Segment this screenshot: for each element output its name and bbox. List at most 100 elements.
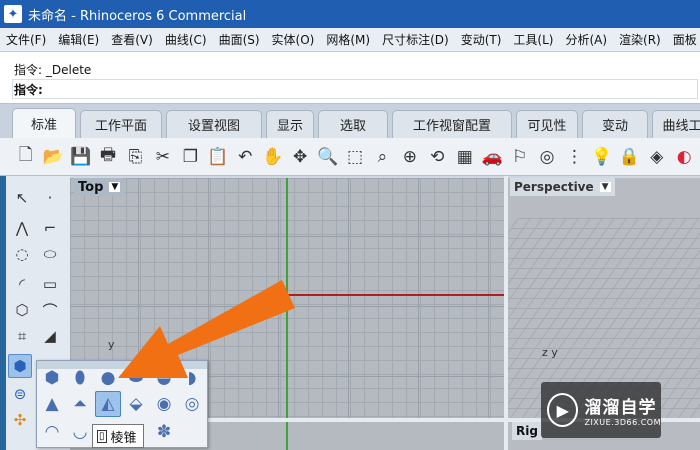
car-icon[interactable]: 🚗 [480,144,503,170]
surface-edit-icon[interactable]: ⌗ [10,324,34,348]
cone-icon[interactable]: ▲ [39,391,65,417]
circle-icon[interactable]: ◌ [10,242,34,266]
rhino-logo-icon: ✦ [4,5,22,23]
polygon-icon[interactable]: ⬡ [10,298,34,322]
color-wheel-icon[interactable]: ◐ [673,144,696,170]
command-input[interactable] [12,79,698,99]
tab-item[interactable]: 显示 [266,110,314,138]
tooltip-text: 棱锥 [110,430,137,446]
layers-icon[interactable]: ◈ [645,144,668,170]
perspective-axis-indicator: z y [542,346,558,359]
menu-item[interactable]: 尺寸标注(D) [376,31,455,48]
light-bulb-icon[interactable]: 💡 [590,144,613,170]
watermark-name: 溜溜自学 [584,398,657,418]
right-viewport-label[interactable]: Rig [512,422,542,440]
solid-box-icon[interactable]: ⬢ [8,354,32,378]
menu-item[interactable]: 编辑(E) [52,31,105,48]
pipe-icon[interactable]: ◠ [39,419,65,445]
command-prompt: 指令: [14,83,43,97]
tab-item[interactable]: 选取 [318,110,388,138]
top-viewport-label[interactable]: Top ▼ [74,178,125,196]
select-points-icon[interactable]: ⋮ [563,144,586,170]
cone-cut-icon[interactable]: ◗ [179,365,205,391]
tab-item[interactable]: 工作视窗配置 [392,110,512,138]
fillet-curve-icon[interactable]: ⌒ [38,298,62,322]
rectangle-icon[interactable]: ▭ [38,272,62,296]
x-axis-line [288,294,504,296]
menu-item[interactable]: 查看(V) [105,31,159,48]
viewport-divider[interactable] [504,176,508,450]
cylinder-icon[interactable]: ⬮ [67,365,93,391]
tab-item[interactable]: 变动 [582,110,648,138]
viewport-menu-arrow-icon[interactable]: ▼ [109,182,121,192]
tab-item[interactable]: 曲线工 [652,110,700,138]
zoom-window-icon[interactable]: ⬚ [343,144,366,170]
arc-icon[interactable]: ◜ [10,272,34,296]
menu-item[interactable]: 渲染(R) [613,31,667,48]
perspective-viewport-label[interactable]: Perspective ▼ [510,178,615,196]
menu-item[interactable]: 变动(T) [455,31,508,48]
side-toolbar-edge [0,176,6,450]
tab-item[interactable]: 可见性 [516,110,578,138]
tab-standard[interactable]: 标准 [12,108,76,138]
menu-item[interactable]: 面板 [667,31,700,48]
copy-icon[interactable]: ❐ [179,144,202,170]
truncated-pyramid-icon[interactable]: ⬙ [123,391,149,417]
new-file-icon[interactable]: 🗋 [14,144,37,170]
lock-icon[interactable]: 🔒 [618,144,641,170]
menu-item[interactable]: 工具(L) [507,31,559,48]
cplane-icon[interactable]: ⚐ [508,144,531,170]
zoom-extents-icon[interactable]: ⌕ [371,144,394,170]
mesh-icon[interactable]: ⊜ [8,382,32,406]
zoom-selected-icon[interactable]: ⊕ [398,144,421,170]
menu-item[interactable]: 实体(O) [266,31,321,48]
tooltip-mouse-icon: ▯ [97,429,107,443]
transform-icon[interactable]: ✣ [8,408,32,432]
pan-hand-icon[interactable]: ✋ [261,144,284,170]
toolbar-tabs: 标准 工作平面 设置视图 显示 选取 工作视窗配置 可见性 变动 曲线工 [0,104,700,138]
surface-icon[interactable]: ◢ [38,324,62,348]
undo-icon[interactable]: ↶ [234,144,257,170]
menu-item[interactable]: 网格(M) [320,31,376,48]
ellipse-icon[interactable]: ⬭ [38,242,62,266]
select-arrow-icon[interactable]: ↖ [10,186,34,210]
title-bar: ✦ 未命名 - Rhinoceros 6 Commercial [0,0,700,28]
y-axis-line [286,178,288,418]
export-icon[interactable]: ⎘ [124,144,147,170]
menu-item[interactable]: 分析(A) [559,31,613,48]
window-title: 未命名 - Rhinoceros 6 Commercial [28,8,247,24]
paraboloid-icon[interactable]: ◒ [151,365,177,391]
open-folder-icon[interactable]: 📂 [41,144,64,170]
curve-icon[interactable]: ⌐ [38,216,62,240]
torus-icon[interactable]: ◎ [179,391,205,417]
tube-icon[interactable]: ◉ [151,391,177,417]
truncated-cone-icon[interactable]: ⏶ [67,391,93,417]
point-icon[interactable]: · [38,186,62,210]
viewport-layout-icon[interactable]: ▦ [453,144,476,170]
menu-item[interactable]: 曲面(S) [213,31,266,48]
undo-view-icon[interactable]: ⟲ [426,144,449,170]
osnap-icon[interactable]: ◎ [535,144,558,170]
ellipsoid-icon[interactable]: ⬬ [123,365,149,391]
standard-toolbar: 🗋 📂 💾 🖶 ⎘ ✂ ❐ 📋 ↶ ✋ ✥ 🔍 ⬚ ⌕ ⊕ ⟲ ▦ 🚗 ⚐ ◎ … [0,138,700,176]
menu-item[interactable]: 文件(F) [0,31,52,48]
solid-edit-icon[interactable]: ✽ [151,419,177,445]
watermark: ▶ 溜溜自学 ZIXUE.3D66.COM [541,382,661,438]
command-history: 指令: _Delete [14,63,92,77]
tooltip: ▯ 棱锥 [92,424,144,448]
save-icon[interactable]: 💾 [69,144,92,170]
zoom-icon[interactable]: 🔍 [316,144,339,170]
rotate-view-icon[interactable]: ✥ [288,144,311,170]
tab-item[interactable]: 设置视图 [166,110,262,138]
cut-icon[interactable]: ✂ [151,144,174,170]
rounded-pipe-icon[interactable]: ◡ [67,419,93,445]
menu-item[interactable]: 曲线(C) [159,31,213,48]
tab-item[interactable]: 工作平面 [80,110,162,138]
paste-icon[interactable]: 📋 [206,144,229,170]
box-icon[interactable]: ⬢ [39,365,65,391]
polyline-icon[interactable]: ⋀ [10,216,34,240]
pyramid-icon[interactable]: ◭ [95,391,121,417]
sphere-icon[interactable]: ● [95,365,121,391]
viewport-menu-arrow-icon[interactable]: ▼ [599,182,611,192]
print-icon[interactable]: 🖶 [96,144,119,170]
